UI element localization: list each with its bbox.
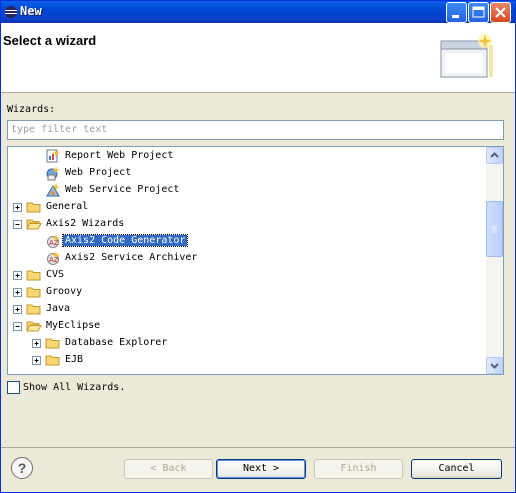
web-service-icon xyxy=(45,182,61,198)
expand-toggle-icon[interactable] xyxy=(32,356,41,365)
tree-item-label: Database Explorer xyxy=(65,337,168,348)
folder-open-icon xyxy=(26,318,42,334)
tree-item[interactable]: Axis2 Wizards xyxy=(8,216,486,233)
help-button[interactable]: ? xyxy=(11,457,33,479)
tree-item[interactable]: Database Explorer xyxy=(8,335,486,352)
minimize-button[interactable] xyxy=(446,2,467,23)
minimize-icon xyxy=(452,15,459,18)
tree-item-label: Web Project xyxy=(65,167,132,178)
maximize-icon xyxy=(472,6,485,18)
tree-item-label: Axis2 Service Archiver xyxy=(65,252,198,263)
show-all-label[interactable]: Show All Wizards. xyxy=(23,382,125,393)
next-button[interactable]: Next > xyxy=(216,459,306,479)
back-button[interactable]: < Back xyxy=(124,459,213,479)
scroll-up-button[interactable] xyxy=(486,147,503,164)
button-bar-divider xyxy=(1,447,515,448)
tree-item-label: CVS xyxy=(46,269,65,280)
wizards-label: Wizards: xyxy=(7,104,56,115)
expand-toggle-icon[interactable] xyxy=(32,339,41,348)
expand-toggle-icon[interactable] xyxy=(13,271,22,280)
tree-item[interactable]: Web Service Project xyxy=(8,182,486,199)
web-project-icon xyxy=(45,165,61,181)
expand-toggle-icon[interactable] xyxy=(13,288,22,297)
folder-icon xyxy=(26,199,42,215)
title-bar[interactable]: New xyxy=(1,1,515,23)
folder-icon xyxy=(26,284,42,300)
folder-icon xyxy=(26,301,42,317)
wizard-header: Select a wizard xyxy=(1,23,515,93)
tree-item-label: Java xyxy=(46,303,71,314)
expand-toggle-icon[interactable] xyxy=(13,203,22,212)
report-project-icon xyxy=(45,148,61,164)
chevron-down-icon xyxy=(490,363,499,369)
tree-item-label: MyEclipse xyxy=(46,320,101,331)
show-all-checkbox[interactable] xyxy=(7,381,20,394)
maximize-button[interactable] xyxy=(468,2,489,23)
axis2-wizard-icon: AZ xyxy=(45,233,61,249)
eclipse-icon xyxy=(5,6,17,18)
filter-input[interactable]: type filter text xyxy=(7,120,504,140)
folder-icon xyxy=(45,335,61,351)
grip-icon xyxy=(492,225,497,233)
window-title: New xyxy=(20,4,42,18)
page-title: Select a wizard xyxy=(3,33,97,48)
tree-item-label: General xyxy=(46,201,89,212)
folder-open-icon xyxy=(26,216,42,232)
tree-item[interactable]: AZ Axis2 Service Archiver xyxy=(8,250,486,267)
tree-item[interactable]: CVS xyxy=(8,267,486,284)
tree-item[interactable]: General xyxy=(8,199,486,216)
tree-item-label: Groovy xyxy=(46,286,83,297)
finish-button[interactable]: Finish xyxy=(314,459,403,479)
svg-text:AZ: AZ xyxy=(49,239,59,247)
vertical-scrollbar[interactable] xyxy=(486,147,503,374)
tree-item[interactable]: Java xyxy=(8,301,486,318)
axis2-wizard-icon: AZ xyxy=(45,250,61,266)
tree-item[interactable]: Report Web Project xyxy=(8,148,486,165)
folder-icon xyxy=(26,267,42,283)
tree-item[interactable]: Web Project xyxy=(8,165,486,182)
tree-item-label: Axis2 Code Generator xyxy=(61,234,189,247)
tree-item[interactable]: EJB xyxy=(8,352,486,369)
cancel-button[interactable]: Cancel xyxy=(411,459,502,479)
tree-item-label: EJB xyxy=(65,354,84,365)
collapse-toggle-icon[interactable] xyxy=(13,322,22,331)
tree-item[interactable]: AZ Axis2 Code Generator xyxy=(8,233,486,250)
scroll-thumb[interactable] xyxy=(486,201,503,257)
tree-item[interactable]: Groovy xyxy=(8,284,486,301)
new-wizard-dialog: New Select a wizard Wizards: type filter… xyxy=(0,0,516,493)
scroll-down-button[interactable] xyxy=(486,357,503,374)
svg-text:AZ: AZ xyxy=(49,256,59,264)
close-button[interactable] xyxy=(490,2,511,23)
tree-item-label: Web Service Project xyxy=(65,184,180,195)
tree-item-label: Report Web Project xyxy=(65,150,174,161)
chevron-up-icon xyxy=(490,152,499,158)
wizard-tree[interactable]: Report Web Project Web Project Web Service… xyxy=(7,146,504,375)
collapse-toggle-icon[interactable] xyxy=(13,220,22,229)
new-wizard-banner-icon xyxy=(440,34,493,78)
expand-toggle-icon[interactable] xyxy=(13,305,22,314)
close-icon xyxy=(495,7,506,18)
tree-item[interactable]: MyEclipse xyxy=(8,318,486,335)
tree-item-label: Axis2 Wizards xyxy=(46,218,125,229)
folder-icon xyxy=(45,352,61,368)
